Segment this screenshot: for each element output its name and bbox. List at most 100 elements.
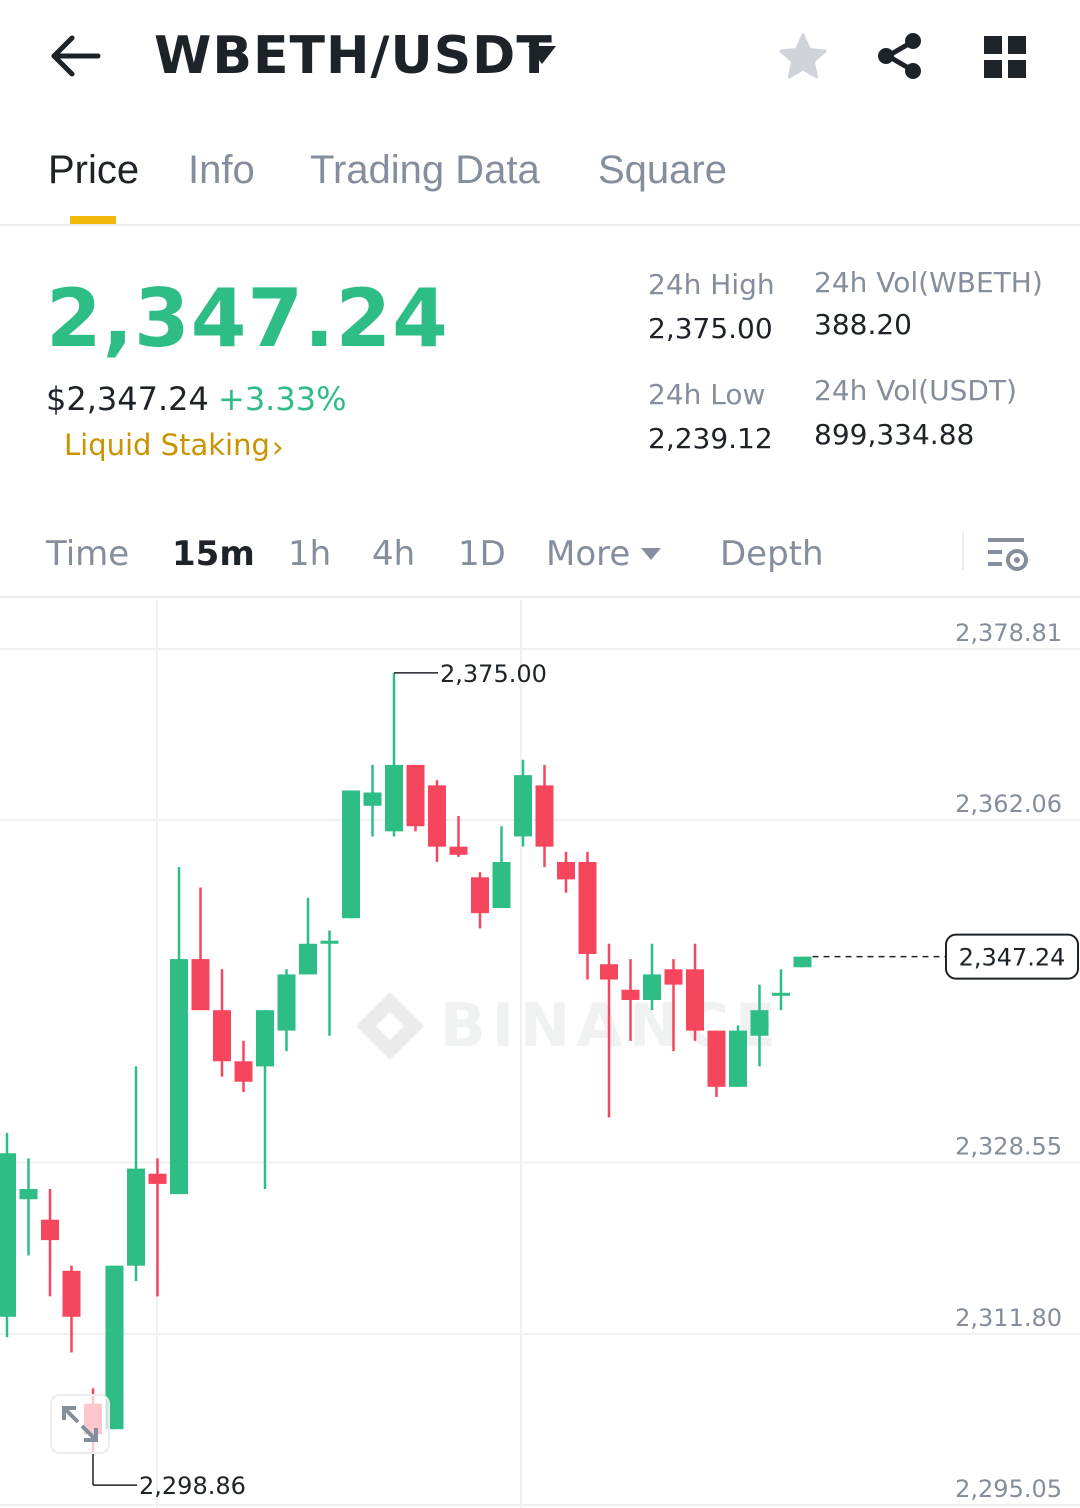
- vol-quote-value: 899,334.88: [814, 418, 975, 451]
- candle: [0, 1132, 16, 1338]
- candle-body: [750, 1010, 769, 1036]
- candle-body: [342, 790, 360, 919]
- candle-body: [578, 862, 597, 954]
- tab-info[interactable]: Info: [188, 148, 255, 193]
- candle: [127, 1066, 145, 1282]
- candle-body: [385, 764, 403, 832]
- candle: [342, 790, 360, 919]
- candle-body: [277, 974, 296, 1031]
- candle: [557, 851, 575, 893]
- candlestick-chart[interactable]: BINANCE 2,378.81 2,362.06 2,328.55 2,311.80…: [0, 600, 1080, 1508]
- candle-body: [191, 959, 210, 1011]
- candle-body: [41, 1219, 59, 1241]
- candle: [213, 969, 231, 1077]
- last-price-badge-label: 2,347.24: [959, 944, 1066, 972]
- grid-icon[interactable]: [982, 34, 1028, 80]
- interval-15m[interactable]: 15m: [172, 534, 255, 574]
- candle: [299, 897, 317, 975]
- high-marker-label: 2,375.00: [440, 660, 547, 688]
- candle-body: [0, 1153, 16, 1317]
- candle-body: [320, 940, 339, 944]
- candle-body: [686, 969, 704, 1031]
- chart-canvas[interactable]: BINANCE 2,378.812,362.062,328.552,311.80…: [0, 600, 1080, 1508]
- candle: [191, 887, 210, 1011]
- candle: [41, 1189, 59, 1297]
- tab-square[interactable]: Square: [598, 148, 727, 193]
- candle-body: [621, 989, 640, 1000]
- candle-body: [471, 877, 489, 914]
- caret-down-icon[interactable]: [640, 546, 662, 562]
- back-arrow-icon[interactable]: [44, 30, 108, 82]
- interval-1d[interactable]: 1D: [458, 534, 506, 574]
- high-24h-label: 24h High: [648, 268, 775, 301]
- candle: [793, 956, 812, 968]
- interval-1h[interactable]: 1h: [288, 534, 331, 574]
- candle-body: [363, 792, 382, 806]
- high-24h-value: 2,375.00: [648, 312, 773, 345]
- vol-base-label: 24h Vol(WBETH): [814, 266, 1043, 299]
- candle: [385, 672, 403, 837]
- interval-4h[interactable]: 4h: [372, 534, 415, 574]
- tab-bar: Price Info Trading Data Square: [0, 120, 1080, 226]
- share-icon[interactable]: [874, 30, 926, 82]
- candle: [471, 872, 489, 929]
- y-tick-label: 2,378.81: [955, 619, 1062, 647]
- candle-body: [557, 862, 575, 880]
- low-24h-label: 24h Low: [648, 378, 766, 411]
- candle-body: [170, 959, 188, 1195]
- candle: [492, 826, 511, 908]
- pair-title[interactable]: WBETH/USDT: [154, 26, 553, 86]
- fullscreen-button[interactable]: [50, 1394, 110, 1454]
- candle-body: [256, 1010, 274, 1067]
- chart-settings-icon[interactable]: [986, 532, 1030, 576]
- candle-body: [729, 1030, 747, 1087]
- depth-tab[interactable]: Depth: [720, 534, 824, 574]
- vol-quote-label: 24h Vol(USDT): [814, 374, 1017, 407]
- interval-bar: Time 15m 1h 4h 1D More Depth: [0, 510, 1080, 598]
- candle-body: [514, 775, 532, 837]
- liquid-staking-tag[interactable]: Liquid Staking: [64, 428, 270, 462]
- tab-trading-data[interactable]: Trading Data: [310, 148, 540, 193]
- candle-body: [772, 992, 790, 996]
- candle: [729, 1025, 747, 1087]
- chevron-right-icon[interactable]: ›: [272, 430, 284, 464]
- tab-price[interactable]: Price: [48, 148, 139, 193]
- candle-body: [19, 1189, 38, 1200]
- candle: [578, 851, 597, 980]
- caret-down-icon[interactable]: [526, 44, 558, 68]
- expand-icon: [62, 1406, 98, 1442]
- low-24h-value: 2,239.12: [648, 422, 773, 455]
- candle: [406, 764, 425, 832]
- y-tick-label: 2,328.55: [955, 1133, 1062, 1161]
- candle: [148, 1158, 167, 1297]
- candle-body: [707, 1030, 726, 1087]
- candle: [707, 1030, 726, 1098]
- candle: [62, 1265, 81, 1353]
- candle: [535, 764, 554, 868]
- candle: [686, 943, 704, 1041]
- divider: [962, 532, 964, 570]
- candle-body: [643, 974, 661, 1000]
- vol-base-value: 388.20: [814, 308, 912, 341]
- candle-body: [535, 785, 554, 847]
- candle-body: [148, 1173, 167, 1184]
- candle-body: [213, 1010, 231, 1062]
- candle-body: [793, 956, 812, 968]
- y-tick-label: 2,295.05: [955, 1475, 1062, 1503]
- candle-body: [664, 969, 683, 985]
- candle-body: [492, 862, 511, 908]
- usd-price: $2,347.24: [46, 380, 209, 418]
- interval-more[interactable]: More: [546, 534, 630, 574]
- low-marker-label: 2,298.86: [139, 1472, 246, 1500]
- candle-body: [600, 964, 618, 980]
- candle-body: [406, 764, 425, 827]
- star-icon[interactable]: [778, 32, 828, 82]
- candle: [449, 816, 468, 857]
- candle: [363, 764, 382, 837]
- top-bar: WBETH/USDT: [0, 0, 1080, 120]
- binance-logo-icon: [356, 992, 424, 1060]
- candle: [514, 759, 532, 847]
- candle: [234, 1040, 253, 1092]
- y-tick-label: 2,311.80: [955, 1304, 1062, 1332]
- interval-time[interactable]: Time: [46, 534, 129, 574]
